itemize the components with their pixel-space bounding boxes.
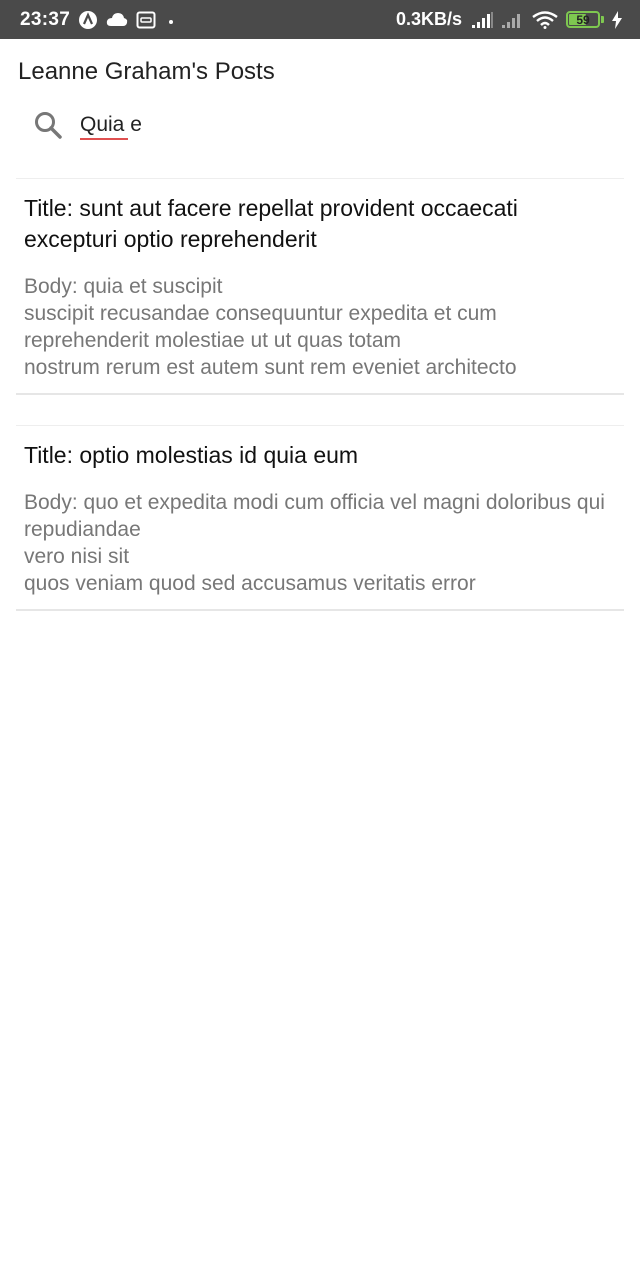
status-bar: 23:37 0.3KB/s 59 xyxy=(0,0,640,39)
status-bar-left: 23:37 xyxy=(20,9,178,31)
signal-1-icon xyxy=(472,11,494,28)
post-card[interactable]: Title: optio molestias id quia eum Body:… xyxy=(16,425,624,611)
page-title: Leanne Graham's Posts xyxy=(18,58,275,85)
search-input[interactable]: Quia e xyxy=(80,113,142,140)
network-speed: 0.3KB/s xyxy=(395,9,462,29)
search-bar[interactable]: Quia e xyxy=(18,98,622,152)
wifi-icon xyxy=(532,10,558,29)
post-title: Title: optio molestias id quia eum xyxy=(24,442,359,468)
spellcheck-underline xyxy=(80,138,128,140)
signal-2-icon xyxy=(502,12,524,28)
post-body: Body: quo et expedita modi cum officia v… xyxy=(24,491,605,595)
battery-level: 59 xyxy=(576,12,590,27)
status-bar-right: 0.3KB/s 59 xyxy=(396,9,622,30)
charging-icon xyxy=(612,10,622,29)
status-time: 23:37 xyxy=(20,8,71,30)
cloud-icon xyxy=(106,12,128,28)
dot-icon xyxy=(164,13,178,27)
search-input-value[interactable]: Quia e xyxy=(80,113,142,136)
post-title: Title: sunt aut facere repellat providen… xyxy=(24,195,518,252)
posts-list: Title: sunt aut facere repellat providen… xyxy=(16,178,624,641)
screen-record-icon xyxy=(136,11,156,29)
search-icon[interactable] xyxy=(24,101,72,149)
post-card[interactable]: Title: sunt aut facere repellat providen… xyxy=(16,178,624,395)
app-a-icon xyxy=(78,10,98,30)
battery-icon: 59 xyxy=(566,11,604,28)
post-body: Body: quia et suscipit suscipit recusand… xyxy=(24,275,517,379)
